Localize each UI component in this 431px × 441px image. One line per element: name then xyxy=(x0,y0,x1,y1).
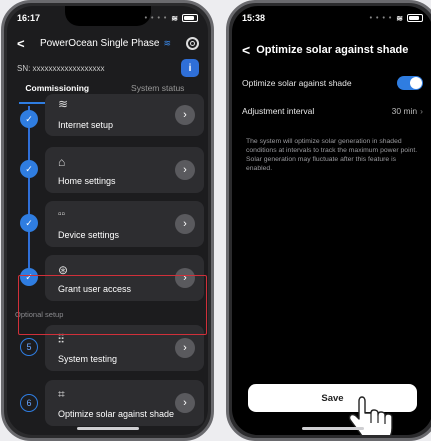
header: < Optimize solar against shade xyxy=(242,42,431,58)
step-card-internet[interactable]: ≋ Internet setup › xyxy=(45,94,204,136)
interval-label: Adjustment interval xyxy=(242,106,315,116)
step-label: Internet setup xyxy=(58,120,114,130)
step-number: 5 xyxy=(20,338,38,356)
step-check-icon: ✓ xyxy=(20,160,38,178)
signal-dots-icon: • • • • xyxy=(144,14,168,22)
grid-icon: ▫▫ xyxy=(58,209,66,220)
serial-number-row: SN: xxxxxxxxxxxxxxxxxx i xyxy=(7,58,208,78)
progress-line xyxy=(28,106,30,278)
step-card-home[interactable]: ⌂ Home settings › xyxy=(45,147,204,193)
page-title: Optimize solar against shade xyxy=(256,44,409,56)
left-screen: 16:17 • • • • ≋ < PowerOcean Single Phas… xyxy=(7,6,208,435)
right-phone: 15:38 • • • • ≋ < Optimize solar against… xyxy=(226,0,431,441)
step-card-device[interactable]: ▫▫ Device settings › xyxy=(45,201,204,247)
chevron-right-icon[interactable]: › xyxy=(175,393,195,413)
interval-value: 30 min xyxy=(391,106,418,116)
solar-panel-icon: ⌗ xyxy=(58,387,65,401)
step-card-user-access[interactable]: ⊛ Grant user access › xyxy=(45,255,204,301)
status-bar: 16:17 • • • • ≋ xyxy=(17,11,198,25)
chevron-right-icon[interactable]: › xyxy=(175,214,195,234)
step-check-icon: ✓ xyxy=(20,110,38,128)
user-icon: ⊛ xyxy=(58,263,69,277)
optimize-toggle-row: Optimize solar against shade xyxy=(242,76,423,90)
back-icon[interactable]: < xyxy=(17,36,25,51)
home-icon: ⌂ xyxy=(58,155,66,169)
step-number: 6 xyxy=(20,394,38,412)
chevron-right-icon[interactable]: › xyxy=(175,338,195,358)
status-time: 15:38 xyxy=(242,13,266,23)
wifi-status-icon: ≋ xyxy=(171,13,178,23)
chevron-right-icon[interactable]: › xyxy=(175,105,195,125)
back-icon[interactable]: < xyxy=(242,42,250,58)
left-phone: 16:17 • • • • ≋ < PowerOcean Single Phas… xyxy=(1,0,214,441)
step-label: Optimize solar against shade xyxy=(58,409,175,419)
serial-number: SN: xxxxxxxxxxxxxxxxxx xyxy=(17,63,105,73)
adjustment-interval-row[interactable]: Adjustment interval 30 min › xyxy=(242,106,423,116)
step-check-icon: ✓ xyxy=(20,214,38,232)
status-time: 16:17 xyxy=(17,13,41,23)
toggle-label: Optimize solar against shade xyxy=(242,78,352,88)
chevron-right-icon[interactable]: › xyxy=(175,268,195,288)
chevron-right-icon: › xyxy=(420,106,423,116)
right-screen: 15:38 • • • • ≋ < Optimize solar against… xyxy=(232,6,431,435)
home-indicator xyxy=(76,427,139,430)
sliders-icon: ⫶⫶ xyxy=(58,332,65,346)
settings-gear-icon[interactable] xyxy=(186,36,199,50)
home-indicator xyxy=(301,427,364,430)
feature-description: The system will optimize solar generatio… xyxy=(246,138,418,172)
optimize-toggle[interactable] xyxy=(397,76,423,90)
header: < PowerOcean Single Phase ≋ xyxy=(7,32,208,54)
signal-dots-icon: • • • • xyxy=(369,14,393,22)
step-label: Home settings xyxy=(58,176,116,186)
commissioning-step-list: ✓ ≋ Internet setup › ✓ ⌂ Home settings ›… xyxy=(7,94,208,435)
step-label: Grant user access xyxy=(58,284,132,294)
info-icon[interactable]: i xyxy=(181,59,199,77)
page-title: PowerOcean Single Phase xyxy=(39,37,160,49)
chevron-right-icon[interactable]: › xyxy=(175,160,195,180)
step-label: System testing xyxy=(58,354,118,364)
wifi-icon: ≋ xyxy=(58,97,69,111)
connection-wifi-icon: ≋ xyxy=(163,37,172,48)
step-label: Device settings xyxy=(58,230,120,240)
optional-setup-label: Optional setup xyxy=(15,310,64,319)
battery-icon xyxy=(182,14,198,22)
step-check-icon: ✓ xyxy=(20,268,38,286)
step-card-system-testing[interactable]: ⫶⫶ System testing › xyxy=(45,325,204,371)
wifi-status-icon: ≋ xyxy=(396,13,403,23)
battery-icon xyxy=(407,14,423,22)
step-card-optimize-solar[interactable]: ⌗ Optimize solar against shade › xyxy=(45,380,204,426)
status-bar: 15:38 • • • • ≋ xyxy=(242,11,423,25)
